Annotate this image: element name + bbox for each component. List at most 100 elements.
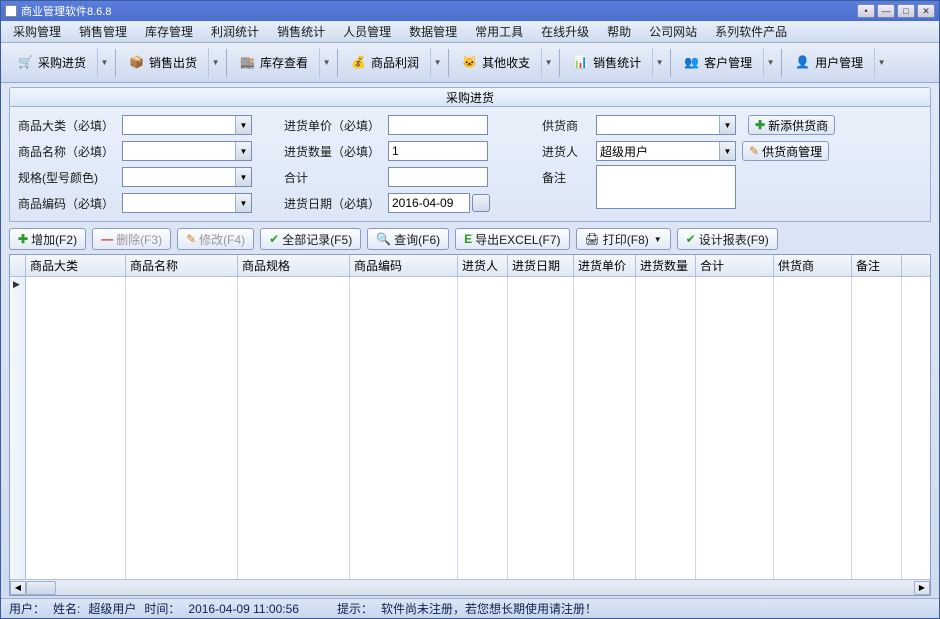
chevron-down-icon[interactable]: ▼ [97, 48, 111, 78]
toolbar-button-label: 客户管理 [704, 54, 752, 71]
manage-supplier-button[interactable]: ✎供货商管理 [742, 141, 829, 161]
toolbar-button[interactable]: 👤用户管理 [786, 48, 872, 78]
menu-item[interactable]: 利润统计 [207, 21, 263, 42]
supplier-input[interactable] [597, 116, 719, 134]
cat-icon: 🐱 [462, 55, 478, 71]
total-input[interactable] [388, 167, 488, 187]
chevron-down-icon[interactable]: ▼ [652, 48, 666, 78]
date-input[interactable] [388, 193, 470, 213]
menu-item[interactable]: 在线升级 [537, 21, 593, 42]
add-button[interactable]: ✚增加(F2) [9, 228, 86, 250]
name-combo[interactable]: ▼ [122, 141, 252, 161]
query-button[interactable]: 🔍查询(F6) [367, 228, 449, 250]
toolbar-separator [115, 49, 116, 77]
chevron-down-icon[interactable]: ▼ [319, 48, 333, 78]
design-report-button[interactable]: ✔设计报表(F9) [677, 228, 778, 250]
export-button[interactable]: E导出EXCEL(F7) [455, 228, 569, 250]
toolbar-button[interactable]: 💰商品利润 [342, 48, 428, 78]
menu-item[interactable]: 销售统计 [273, 21, 329, 42]
column-header[interactable]: 合计 [696, 255, 774, 276]
scroll-thumb[interactable] [26, 581, 56, 595]
spec-input[interactable] [123, 168, 235, 186]
category-dropdown-icon[interactable]: ▼ [235, 116, 251, 134]
column-header[interactable]: 进货日期 [508, 255, 574, 276]
remark-textarea[interactable] [596, 165, 736, 209]
table-column [508, 277, 574, 579]
menu-item[interactable]: 采购管理 [9, 21, 65, 42]
status-time-label: 时间： [144, 600, 180, 617]
name-input[interactable] [123, 142, 235, 160]
close-button[interactable]: ✕ [917, 4, 935, 18]
menu-item[interactable]: 人员管理 [339, 21, 395, 42]
toolbar-button-label: 采购进货 [38, 54, 86, 71]
scroll-left-button[interactable]: ◀ [10, 581, 26, 595]
menu-item[interactable]: 库存管理 [141, 21, 197, 42]
menu-item[interactable]: 常用工具 [471, 21, 527, 42]
toolbar-button[interactable]: 🐱其他收支 [453, 48, 539, 78]
menu-item[interactable]: 系列软件产品 [711, 21, 791, 42]
toolbar-button-label: 库存查看 [260, 54, 308, 71]
toolbar-button[interactable]: 📊销售统计 [564, 48, 650, 78]
buyer-input[interactable] [597, 142, 719, 160]
column-header[interactable]: 备注 [852, 255, 902, 276]
column-header[interactable]: 供货商 [774, 255, 852, 276]
check-icon: ✔ [269, 232, 279, 246]
table-column [696, 277, 774, 579]
column-header[interactable]: 进货数量 [636, 255, 696, 276]
column-header[interactable]: 商品名称 [126, 255, 238, 276]
name-dropdown-icon[interactable]: ▼ [235, 142, 251, 160]
chevron-down-icon[interactable]: ▼ [874, 48, 888, 78]
spec-combo[interactable]: ▼ [122, 167, 252, 187]
chevron-down-icon[interactable]: ▼ [541, 48, 555, 78]
chevron-down-icon[interactable]: ▼ [763, 48, 777, 78]
column-header[interactable]: 商品大类 [26, 255, 126, 276]
toolbar-button[interactable]: 📦销售出货 [120, 48, 206, 78]
cart-icon: 🛒 [18, 55, 34, 71]
menu-item[interactable]: 数据管理 [405, 21, 461, 42]
delete-button[interactable]: —删除(F3) [92, 228, 171, 250]
code-input[interactable] [123, 194, 235, 212]
column-header[interactable]: 商品编码 [350, 255, 458, 276]
scroll-track[interactable] [26, 581, 914, 595]
menu-item[interactable]: 帮助 [603, 21, 635, 42]
code-dropdown-icon[interactable]: ▼ [235, 194, 251, 212]
column-header[interactable]: 进货单价 [574, 255, 636, 276]
code-combo[interactable]: ▼ [122, 193, 252, 213]
edit-button[interactable]: ✎修改(F4) [177, 228, 254, 250]
column-header[interactable]: 进货人 [458, 255, 508, 276]
spec-dropdown-icon[interactable]: ▼ [235, 168, 251, 186]
print-button[interactable]: 🖨打印(F8)▼ [576, 228, 671, 250]
chevron-down-icon[interactable]: ▼ [430, 48, 444, 78]
minimize-tray-button[interactable]: • [857, 4, 875, 18]
scroll-right-button[interactable]: ▶ [914, 581, 930, 595]
buyer-combo[interactable]: ▼ [596, 141, 736, 161]
toolbar-button-label: 商品利润 [371, 54, 419, 71]
date-picker-button[interactable] [472, 194, 490, 212]
label-category: 商品大类（必填） [18, 117, 118, 134]
table-column [636, 277, 696, 579]
minus-icon: — [101, 232, 113, 246]
ship-icon: 📦 [129, 55, 145, 71]
menu-item[interactable]: 销售管理 [75, 21, 131, 42]
all-records-button[interactable]: ✔全部记录(F5) [260, 228, 361, 250]
cust-icon: 👥 [684, 55, 700, 71]
qty-input[interactable] [388, 141, 488, 161]
maximize-button[interactable]: □ [897, 4, 915, 18]
horizontal-scrollbar[interactable]: ◀ ▶ [10, 579, 930, 595]
minimize-button[interactable]: — [877, 4, 895, 18]
supplier-dropdown-icon[interactable]: ▼ [719, 116, 735, 134]
category-input[interactable] [123, 116, 235, 134]
chevron-down-icon[interactable]: ▼ [208, 48, 222, 78]
toolbar-button[interactable]: 👥客户管理 [675, 48, 761, 78]
price-input[interactable] [388, 115, 488, 135]
toolbar-button[interactable]: 🛒采购进货 [9, 48, 95, 78]
status-tip-value: 软件尚未注册，若您想长期使用请注册！ [381, 600, 597, 617]
add-supplier-button[interactable]: ✚新添供货商 [748, 115, 835, 135]
menu-item[interactable]: 公司网站 [645, 21, 701, 42]
table-column [852, 277, 902, 579]
buyer-dropdown-icon[interactable]: ▼ [719, 142, 735, 160]
toolbar-button[interactable]: 🏬库存查看 [231, 48, 317, 78]
column-header[interactable]: 商品规格 [238, 255, 350, 276]
category-combo[interactable]: ▼ [122, 115, 252, 135]
supplier-combo[interactable]: ▼ [596, 115, 736, 135]
